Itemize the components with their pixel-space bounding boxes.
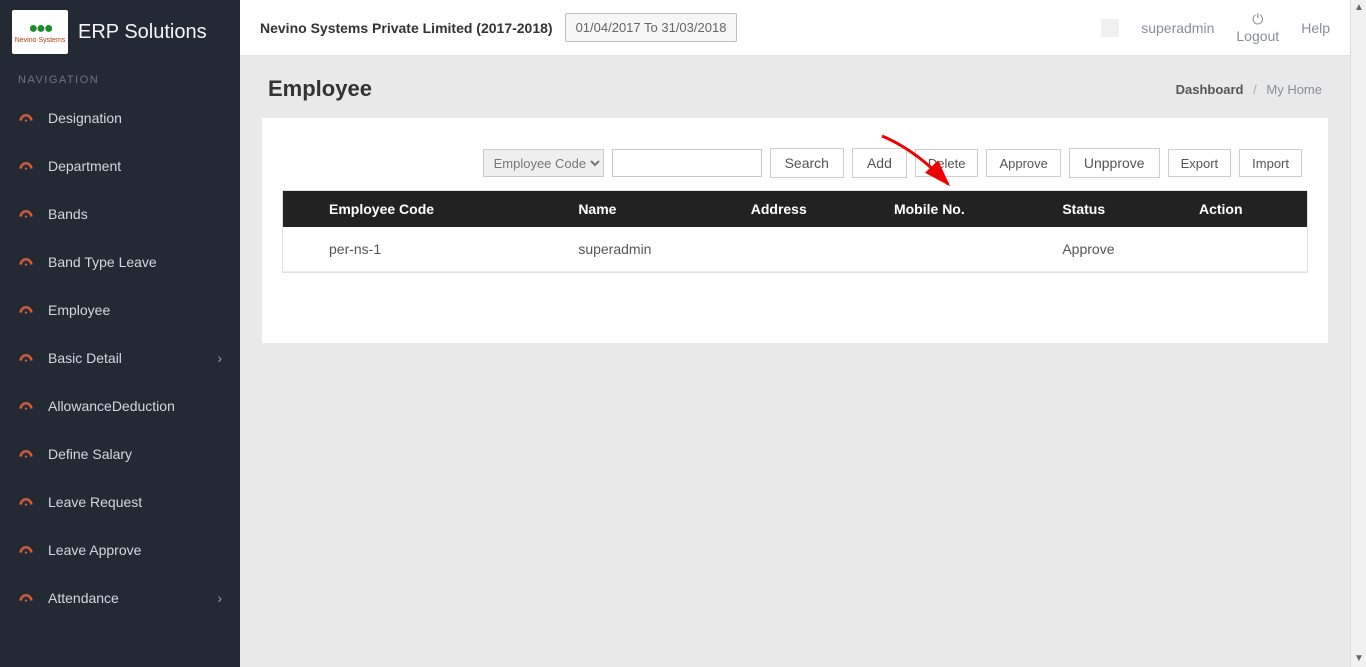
chevron-right-icon: ›	[217, 350, 222, 366]
sidebar-item-label: Define Salary	[48, 446, 132, 462]
sidebar-item-bands[interactable]: Bands	[0, 190, 240, 238]
company-label: Nevino Systems Private Limited (2017-201…	[260, 20, 553, 36]
sidebar: ●●● Nevino Systems ERP Solutions NAVIGAT…	[0, 0, 240, 667]
username-label[interactable]: superadmin	[1141, 20, 1214, 36]
add-button[interactable]: Add	[852, 148, 907, 178]
table-row[interactable]: per-ns-1superadmin Approve	[283, 227, 1307, 272]
search-input[interactable]	[612, 149, 762, 177]
search-button[interactable]: Search	[770, 148, 844, 178]
sidebar-item-label: Bands	[48, 206, 88, 222]
sidebar-item-department[interactable]: Department	[0, 142, 240, 190]
sidebar-item-label: Department	[48, 158, 121, 174]
sidebar-item-label: Leave Approve	[48, 542, 141, 558]
gauge-icon	[18, 207, 34, 221]
sidebar-item-label: Leave Request	[48, 494, 142, 510]
scroll-down-icon[interactable]: ▼	[1351, 651, 1366, 667]
gauge-icon	[18, 399, 34, 413]
sidebar-item-define-salary[interactable]: Define Salary	[0, 430, 240, 478]
employee-table-wrap: Employee Code Name Address Mobile No. St…	[282, 190, 1308, 273]
gauge-icon	[18, 255, 34, 269]
breadcrumb-dashboard[interactable]: Dashboard	[1176, 82, 1244, 97]
avatar	[1101, 19, 1119, 37]
page-header: Employee Dashboard / My Home	[240, 56, 1350, 118]
search-field-select[interactable]: Employee Code	[483, 149, 604, 177]
page-title: Employee	[268, 76, 372, 102]
sidebar-item-label: Band Type Leave	[48, 254, 157, 270]
cell-mobile	[880, 227, 1048, 272]
sidebar-item-label: Attendance	[48, 590, 119, 606]
sidebar-item-label: Designation	[48, 110, 122, 126]
gauge-icon	[18, 111, 34, 125]
employee-table: Employee Code Name Address Mobile No. St…	[283, 191, 1307, 272]
sidebar-item-label: Employee	[48, 302, 110, 318]
scroll-up-icon[interactable]: ▲	[1351, 0, 1366, 16]
col-employee-code: Employee Code	[283, 191, 564, 227]
gauge-icon	[18, 495, 34, 509]
cell-address	[737, 227, 880, 272]
sidebar-item-employee[interactable]: Employee	[0, 286, 240, 334]
cell-status: Approve	[1048, 227, 1185, 272]
sidebar-item-basic-detail[interactable]: Basic Detail ›	[0, 334, 240, 382]
sidebar-item-designation[interactable]: Designation	[0, 94, 240, 142]
date-range-box[interactable]: 01/04/2017 To 31/03/2018	[565, 13, 738, 42]
col-address: Address	[737, 191, 880, 227]
gauge-icon	[18, 351, 34, 365]
sidebar-item-label: Basic Detail	[48, 350, 122, 366]
approve-button[interactable]: Approve	[986, 149, 1060, 177]
gauge-icon	[18, 591, 34, 605]
logout-link[interactable]: ⏻ Logout	[1236, 11, 1279, 45]
cell-code: per-ns-1	[283, 227, 564, 272]
table-body: per-ns-1superadmin Approve	[283, 227, 1307, 272]
gauge-icon	[18, 447, 34, 461]
sidebar-item-allowance-deduction[interactable]: AllowanceDeduction	[0, 382, 240, 430]
col-action: Action	[1185, 191, 1307, 227]
logout-label: Logout	[1236, 28, 1279, 45]
power-icon: ⏻	[1252, 11, 1263, 28]
table-toolbar: Employee Code Search Add Delete Approve …	[282, 148, 1308, 178]
logo-subtext: Nevino Systems	[15, 37, 66, 44]
breadcrumb-myhome[interactable]: My Home	[1266, 82, 1322, 97]
nav-header-label: NAVIGATION	[0, 64, 240, 94]
unapprove-button[interactable]: Unpprove	[1069, 148, 1160, 178]
cell-name: superadmin	[564, 227, 736, 272]
gauge-icon	[18, 303, 34, 317]
col-mobile: Mobile No.	[880, 191, 1048, 227]
logo-dots-icon: ●●●	[29, 21, 52, 37]
main-area: Nevino Systems Private Limited (2017-201…	[240, 0, 1350, 667]
sidebar-item-leave-approve[interactable]: Leave Approve	[0, 526, 240, 574]
brand-block: ●●● Nevino Systems ERP Solutions	[0, 0, 240, 64]
breadcrumb: Dashboard / My Home	[1176, 82, 1322, 97]
gauge-icon	[18, 159, 34, 173]
col-status: Status	[1048, 191, 1185, 227]
topbar: Nevino Systems Private Limited (2017-201…	[240, 0, 1350, 56]
sidebar-item-band-type-leave[interactable]: Band Type Leave	[0, 238, 240, 286]
content-card: Employee Code Search Add Delete Approve …	[262, 118, 1328, 343]
import-button[interactable]: Import	[1239, 149, 1302, 177]
col-name: Name	[564, 191, 736, 227]
export-button[interactable]: Export	[1168, 149, 1232, 177]
delete-button[interactable]: Delete	[915, 149, 979, 177]
browser-scrollbar[interactable]: ▲ ▼	[1350, 0, 1366, 667]
sidebar-item-leave-request[interactable]: Leave Request	[0, 478, 240, 526]
sidebar-item-attendance[interactable]: Attendance ›	[0, 574, 240, 622]
breadcrumb-separator: /	[1253, 82, 1257, 97]
topbar-right: superadmin ⏻ Logout Help	[1101, 11, 1330, 45]
brand-logo: ●●● Nevino Systems	[12, 10, 68, 54]
sidebar-item-label: AllowanceDeduction	[48, 398, 175, 414]
gauge-icon	[18, 543, 34, 557]
chevron-right-icon: ›	[217, 590, 222, 606]
cell-action	[1185, 227, 1307, 272]
brand-title: ERP Solutions	[78, 21, 207, 44]
nav-list: Designation Department Bands Band Type Leav…	[0, 94, 240, 622]
help-link[interactable]: Help	[1301, 20, 1330, 36]
